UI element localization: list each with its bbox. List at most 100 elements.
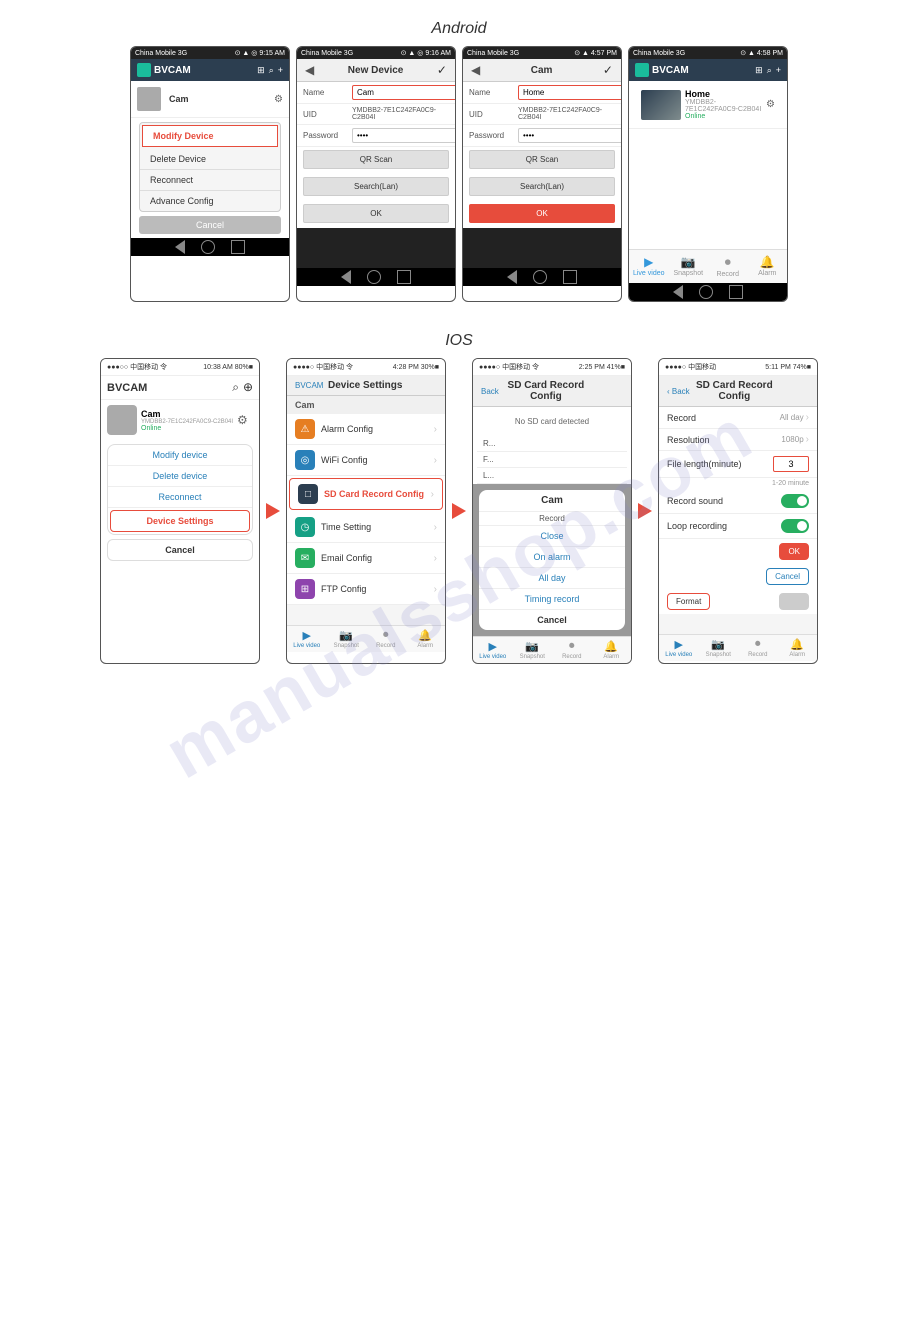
home-nav-icon-4[interactable]: [699, 285, 713, 299]
ios-gear-icon[interactable]: ⚙: [237, 413, 248, 427]
home-nav-icon-3[interactable]: [533, 270, 547, 284]
confirm-icon-3[interactable]: ✓: [603, 63, 613, 77]
loop-recording-toggle[interactable]: [781, 519, 809, 533]
password-label-3: Password: [469, 131, 514, 140]
search-lan-row: Search(Lan): [297, 174, 455, 201]
ios-bvcam-logo: BVCAM: [107, 382, 147, 394]
settings-alarm-config[interactable]: ⚠ Alarm Config ›: [287, 414, 445, 445]
ios-device-settings[interactable]: Device Settings: [110, 510, 250, 532]
back-nav-icon-4[interactable]: [673, 285, 683, 299]
password-input[interactable]: [352, 128, 456, 143]
ok-row-3: OK: [463, 201, 621, 228]
ios-cancel-button[interactable]: Cancel: [107, 539, 253, 561]
empty-space-4: [629, 129, 787, 249]
ios-tab-snapshot-4[interactable]: 📷 Snapshot: [699, 638, 739, 658]
recents-nav-icon-4[interactable]: [729, 285, 743, 299]
confirm-icon[interactable]: ✓: [437, 63, 447, 77]
modify-device-item[interactable]: Modify Device: [142, 125, 278, 147]
live-icon: ▶: [629, 255, 669, 269]
qr-scan-row-3: QR Scan: [463, 147, 621, 174]
gear-icon[interactable]: ⚙: [274, 94, 283, 105]
record-option-1: R...: [477, 436, 627, 452]
recents-nav-icon-2[interactable]: [397, 270, 411, 284]
record-config-label: Record: [667, 413, 780, 423]
ios-reconnect[interactable]: Reconnect: [108, 487, 252, 508]
ios-tab-live-4[interactable]: ▶ Live video: [659, 638, 699, 658]
back-nav-icon-2[interactable]: [341, 270, 351, 284]
arrow-2: [452, 503, 466, 519]
ios-modify-device[interactable]: Modify device: [108, 445, 252, 466]
modal-timing-record[interactable]: Timing record: [479, 589, 625, 610]
back-nav-icon-3[interactable]: [507, 270, 517, 284]
ios-add-icon[interactable]: ⊕: [243, 380, 253, 395]
red-arrow-icon-3: [638, 503, 652, 519]
cam-info: Home YMDBB2-7E1C242FA0C9-C2B04I Online: [685, 89, 762, 120]
search-lan-button-3[interactable]: Search(Lan): [469, 177, 615, 196]
back-nav-icon[interactable]: [175, 240, 185, 254]
recents-nav-icon-3[interactable]: [563, 270, 577, 284]
search-lan-button[interactable]: Search(Lan): [303, 177, 449, 196]
advance-config-item[interactable]: Advance Config: [140, 191, 280, 211]
ios-tab-record-3[interactable]: ⏺ Record: [552, 640, 592, 660]
ios-section: IOS ●●●○○ 中国移动 令 10:38 AM 80%■ BVCAM ⌕ ⊕: [10, 332, 908, 664]
back-icon[interactable]: ◀: [305, 63, 314, 77]
password-input-3[interactable]: [518, 128, 622, 143]
settings-time[interactable]: ◷ Time Setting ›: [287, 512, 445, 543]
tab-record[interactable]: ⏺ Record: [708, 253, 748, 280]
gear-icon-4[interactable]: ⚙: [766, 99, 775, 110]
ios-p4-status: ●●●●○ 中国移动 5:11 PM 74%■: [659, 359, 817, 376]
qr-scan-button[interactable]: QR Scan: [303, 150, 449, 169]
ios-tab-live-2[interactable]: ▶ Live video: [287, 629, 327, 649]
home-nav-icon[interactable]: [201, 240, 215, 254]
cancel-button[interactable]: Cancel: [139, 216, 281, 234]
ios-tab-alarm-2[interactable]: 🔔 Alarm: [406, 629, 446, 649]
back-icon-3[interactable]: ◀: [471, 63, 480, 77]
ios-p2-back[interactable]: BVCAM: [295, 381, 323, 390]
ios-search-icon[interactable]: ⌕: [232, 380, 239, 395]
ok-button[interactable]: OK: [303, 204, 449, 223]
ios-tab-alarm-4[interactable]: 🔔 Alarm: [778, 638, 818, 658]
sd-card-label: SD Card Record Config: [324, 489, 431, 499]
ios-p3-back[interactable]: Back: [481, 387, 499, 396]
name-input[interactable]: [352, 85, 456, 100]
grid-icon: ⊞: [257, 65, 265, 76]
recents-nav-icon[interactable]: [231, 240, 245, 254]
record-config-value: All day: [780, 413, 804, 422]
config-ok-button[interactable]: OK: [779, 543, 809, 560]
ok-button-3[interactable]: OK: [469, 204, 615, 223]
settings-wifi-config[interactable]: ◎ WiFi Config ›: [287, 445, 445, 476]
file-length-input[interactable]: [773, 456, 809, 472]
modal-close[interactable]: Close: [479, 526, 625, 547]
record-sound-toggle[interactable]: [781, 494, 809, 508]
ios-tab-snapshot-2[interactable]: 📷 Snapshot: [327, 629, 367, 649]
settings-ftp[interactable]: ⊞ FTP Config ›: [287, 574, 445, 605]
uid-label-3: UID: [469, 110, 514, 119]
ios-delete-device[interactable]: Delete device: [108, 466, 252, 487]
tab-snapshot[interactable]: 📷 Snapshot: [669, 253, 709, 280]
ios-tab-alarm-3[interactable]: 🔔 Alarm: [592, 640, 632, 660]
ios-tab-snapshot-3[interactable]: 📷 Snapshot: [513, 640, 553, 660]
ios-tab-live-3[interactable]: ▶ Live video: [473, 640, 513, 660]
tab-alarm[interactable]: 🔔 Alarm: [748, 253, 788, 280]
ios-tab-record-4[interactable]: ⏺ Record: [738, 638, 778, 658]
modal-cancel[interactable]: Cancel: [479, 610, 625, 630]
config-cancel-button[interactable]: Cancel: [766, 568, 809, 585]
ios-p4-back[interactable]: ‹ Back: [667, 387, 690, 396]
format-button[interactable]: Format: [667, 593, 710, 610]
delete-device-item[interactable]: Delete Device: [140, 149, 280, 170]
modal-on-alarm[interactable]: On alarm: [479, 547, 625, 568]
qr-scan-button-3[interactable]: QR Scan: [469, 150, 615, 169]
cam-status-4: Online: [685, 113, 762, 120]
home-nav-icon-2[interactable]: [367, 270, 381, 284]
ios-cam-section: Cam YMDBB2-7E1C242FA0C9-C2B04I Online ⚙: [101, 400, 259, 440]
header-icons: ⊞ ⌕ +: [257, 65, 283, 76]
ios-tab-record-2[interactable]: ⏺ Record: [366, 629, 406, 649]
name-input-3[interactable]: [518, 85, 622, 100]
bvcam-logo: BVCAM: [137, 63, 191, 77]
modal-all-day[interactable]: All day: [479, 568, 625, 589]
reconnect-item[interactable]: Reconnect: [140, 170, 280, 191]
tab-live-video[interactable]: ▶ Live video: [629, 253, 669, 280]
time-chevron: ›: [434, 522, 437, 533]
settings-email[interactable]: ✉ Email Config ›: [287, 543, 445, 574]
settings-sd-card[interactable]: □ SD Card Record Config ›: [289, 478, 443, 510]
